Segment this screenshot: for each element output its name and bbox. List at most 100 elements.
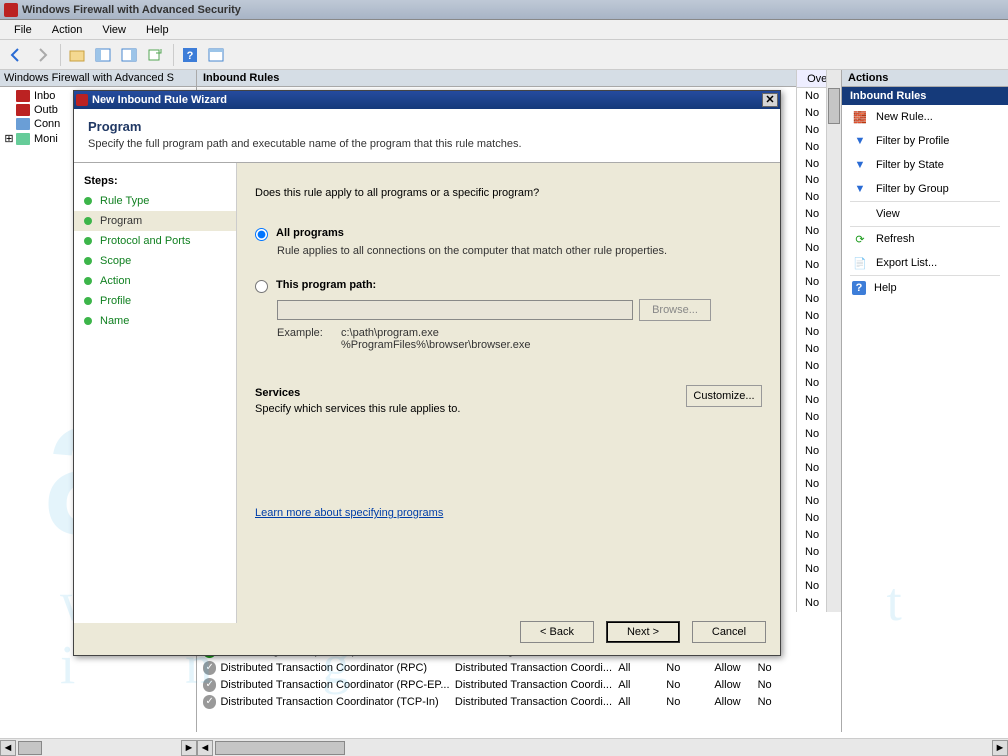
rule-enabled: No: [666, 679, 714, 691]
wizard-titlebar[interactable]: New Inbound Rule Wizard ✕: [74, 91, 780, 109]
scroll-right-arrow[interactable]: ►: [992, 740, 1008, 756]
content-header: Inbound Rules: [197, 70, 841, 87]
rule-override: No: [758, 679, 796, 691]
refresh-icon: ⟳: [852, 232, 868, 246]
rule-group: Distributed Transaction Coordi...: [455, 696, 618, 708]
back-button[interactable]: [4, 43, 28, 67]
program-path-input: [277, 300, 633, 320]
actions-panel: Actions Inbound Rules 🧱New Rule... ▼Filt…: [841, 70, 1008, 732]
wizard-page-title: Program: [88, 119, 766, 134]
actions-header: Actions: [842, 70, 1008, 87]
status-icon: ✓: [203, 661, 216, 675]
rule-name: Distributed Transaction Coordinator (TCP…: [220, 696, 454, 708]
show-hide-actions-button[interactable]: [117, 43, 141, 67]
wizard-step-name[interactable]: Name: [74, 311, 236, 331]
separator: [173, 44, 174, 66]
scroll-left-arrow[interactable]: ◄: [0, 740, 16, 756]
menu-view[interactable]: View: [92, 24, 136, 36]
action-help[interactable]: ?Help: [842, 276, 1008, 300]
rule-override: No: [758, 662, 796, 674]
browse-button: Browse...: [639, 299, 711, 321]
close-button[interactable]: ✕: [762, 93, 778, 107]
wizard-header: Program Specify the full program path an…: [74, 109, 780, 163]
menu-action[interactable]: Action: [42, 24, 93, 36]
show-hide-tree-button[interactable]: [91, 43, 115, 67]
status-icon: ✓: [203, 695, 216, 709]
rule-profile: All: [618, 679, 666, 691]
action-view[interactable]: View: [842, 202, 1008, 226]
help-icon: ?: [852, 281, 866, 295]
wizard-step-program[interactable]: Program: [74, 211, 236, 231]
table-row[interactable]: ✓ Distributed Transaction Coordinator (TC…: [197, 693, 796, 710]
folder-button[interactable]: [65, 43, 89, 67]
radio-all-programs[interactable]: [255, 228, 268, 241]
action-filter-group[interactable]: ▼Filter by Group: [842, 177, 1008, 201]
status-icon: ✓: [203, 678, 216, 692]
override-column: Over NoNoNoNoNoNoNoNoNoNoNoNoNoNoNoNoNoN…: [796, 70, 841, 612]
wizard-step-rule-type[interactable]: Rule Type: [74, 191, 236, 211]
rule-group: Distributed Transaction Coordi...: [455, 679, 618, 691]
action-filter-state[interactable]: ▼Filter by State: [842, 153, 1008, 177]
action-refresh[interactable]: ⟳Refresh: [842, 227, 1008, 251]
blank-icon: [852, 207, 868, 221]
scroll-left-arrow[interactable]: ◄: [197, 740, 213, 756]
toolbar: ?: [0, 40, 1008, 70]
new-rule-icon: 🧱: [852, 110, 868, 124]
learn-more-link[interactable]: Learn more about specifying programs: [255, 507, 762, 519]
wizard-step-protocol-and-ports[interactable]: Protocol and Ports: [74, 231, 236, 251]
back-button[interactable]: < Back: [520, 621, 594, 643]
rule-enabled: No: [666, 662, 714, 674]
menubar: File Action View Help: [0, 20, 1008, 40]
customize-button[interactable]: Customize...: [686, 385, 762, 407]
window-titlebar: Windows Firewall with Advanced Security: [0, 0, 1008, 20]
action-new-rule[interactable]: 🧱New Rule...: [842, 105, 1008, 129]
steps-header: Steps:: [74, 171, 236, 191]
menu-file[interactable]: File: [4, 24, 42, 36]
next-button[interactable]: Next >: [606, 621, 680, 643]
rule-enabled: No: [666, 696, 714, 708]
rule-profile: All: [618, 662, 666, 674]
new-inbound-rule-wizard: New Inbound Rule Wizard ✕ Program Specif…: [73, 90, 781, 656]
rule-group: Distributed Transaction Coordi...: [455, 662, 618, 674]
svg-text:?: ?: [187, 50, 194, 62]
vertical-scrollbar[interactable]: [826, 70, 841, 612]
help-button[interactable]: ?: [178, 43, 202, 67]
example-path-2: %ProgramFiles%\browser\browser.exe: [341, 339, 531, 351]
separator: [60, 44, 61, 66]
menu-help[interactable]: Help: [136, 24, 179, 36]
forward-button[interactable]: [30, 43, 54, 67]
rule-action: Allow: [714, 679, 757, 691]
action-export[interactable]: 📄Export List...: [842, 251, 1008, 275]
wizard-title: New Inbound Rule Wizard: [92, 94, 227, 106]
firewall-icon: [76, 94, 88, 106]
action-filter-profile[interactable]: ▼Filter by Profile: [842, 129, 1008, 153]
scroll-right-arrow[interactable]: ►: [181, 740, 197, 756]
rule-action: Allow: [714, 696, 757, 708]
example-label: Example:: [277, 327, 341, 351]
wizard-steps: Steps: Rule TypeProgramProtocol and Port…: [74, 163, 237, 623]
radio-this-program-path[interactable]: [255, 280, 268, 293]
table-row[interactable]: ✓Distributed Transaction Coordinator (RP…: [197, 676, 796, 693]
wizard-step-profile[interactable]: Profile: [74, 291, 236, 311]
firewall-icon: [4, 3, 18, 17]
wizard-step-scope[interactable]: Scope: [74, 251, 236, 271]
show-hide-console-button[interactable]: [204, 43, 228, 67]
label-all-programs[interactable]: All programs: [276, 227, 344, 239]
export-icon: 📄: [852, 256, 868, 270]
actions-category: Inbound Rules: [842, 87, 1008, 105]
wizard-buttons: < Back Next > Cancel: [74, 609, 780, 655]
horizontal-scrollbar[interactable]: ◄ ► ◄ ►: [0, 738, 1008, 756]
export-button[interactable]: [143, 43, 167, 67]
wizard-step-action[interactable]: Action: [74, 271, 236, 291]
all-programs-desc: Rule applies to all connections on the c…: [277, 245, 762, 257]
rule-name: Distributed Transaction Coordinator (RPC…: [220, 662, 454, 674]
rule-override: No: [758, 696, 796, 708]
wizard-content: Does this rule apply to all programs or …: [237, 163, 780, 623]
label-this-program-path[interactable]: This program path:: [276, 279, 376, 291]
rule-action: Allow: [714, 662, 757, 674]
table-row[interactable]: ✓ Distributed Transaction Coordinator (RP…: [197, 659, 796, 676]
filter-icon: ▼: [852, 182, 868, 196]
question-text: Does this rule apply to all programs or …: [255, 187, 762, 199]
cancel-button[interactable]: Cancel: [692, 621, 766, 643]
window-title: Windows Firewall with Advanced Security: [22, 4, 241, 16]
